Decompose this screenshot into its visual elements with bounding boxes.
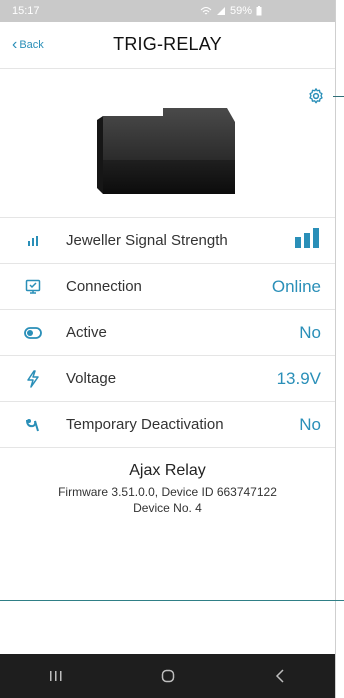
status-bar: 15:17 59% xyxy=(0,0,335,22)
row-temporary-deactivation: Temporary Deactivation No xyxy=(0,402,335,448)
device-info: Ajax Relay Firmware 3.51.0.0, Device ID … xyxy=(0,448,335,516)
battery-percent: 59% xyxy=(230,5,253,17)
wifi-icon xyxy=(200,7,212,15)
nav-bar: ‹ Back TRIG-RELAY xyxy=(0,22,335,69)
row-label: Voltage xyxy=(66,370,117,387)
row-active: Active No xyxy=(0,310,335,356)
row-value: No xyxy=(299,414,321,434)
callout-line-right xyxy=(333,96,344,97)
status-icons: 59% xyxy=(200,5,262,17)
row-signal-strength: Jeweller Signal Strength xyxy=(0,218,335,264)
signal-strength-bars xyxy=(261,228,321,253)
device-hero xyxy=(0,69,335,217)
battery-icon xyxy=(256,6,262,16)
device-number: Device No. 4 xyxy=(133,501,202,515)
status-time: 15:17 xyxy=(12,5,40,17)
row-label: Connection xyxy=(66,278,142,295)
home-button[interactable] xyxy=(148,661,188,691)
relay-device-image xyxy=(97,108,235,194)
page-title: TRIG-RELAY xyxy=(113,34,222,54)
row-label: Temporary Deactivation xyxy=(66,416,224,433)
row-value: No xyxy=(299,322,321,342)
row-connection: Connection Online xyxy=(0,264,335,310)
device-properties-list: Jeweller Signal Strength Connection Onli… xyxy=(0,217,335,448)
connection-icon xyxy=(22,277,44,297)
voltage-icon xyxy=(22,369,44,389)
back-nav-button[interactable] xyxy=(260,661,300,691)
callout-line-bottom xyxy=(0,600,344,601)
row-value: 13.9V xyxy=(276,368,321,388)
deactivation-icon xyxy=(22,415,44,435)
signal-icon xyxy=(22,231,44,251)
cell-signal-icon xyxy=(217,7,225,15)
recent-apps-button[interactable] xyxy=(36,661,76,691)
android-nav-bar xyxy=(0,654,335,698)
row-label: Active xyxy=(66,324,107,341)
phone-screen: 15:17 59% ‹ Back TRIG-RELAY Jeweller Sig… xyxy=(0,0,336,698)
toggle-icon xyxy=(22,323,44,343)
row-label: Jeweller Signal Strength xyxy=(66,232,228,249)
row-value: Online xyxy=(271,276,321,296)
row-voltage: Voltage 13.9V xyxy=(0,356,335,402)
firmware-info: Firmware 3.51.0.0, Device ID 663747122 xyxy=(58,485,277,499)
device-name: Ajax Relay xyxy=(129,462,206,479)
gear-icon[interactable] xyxy=(307,87,325,105)
